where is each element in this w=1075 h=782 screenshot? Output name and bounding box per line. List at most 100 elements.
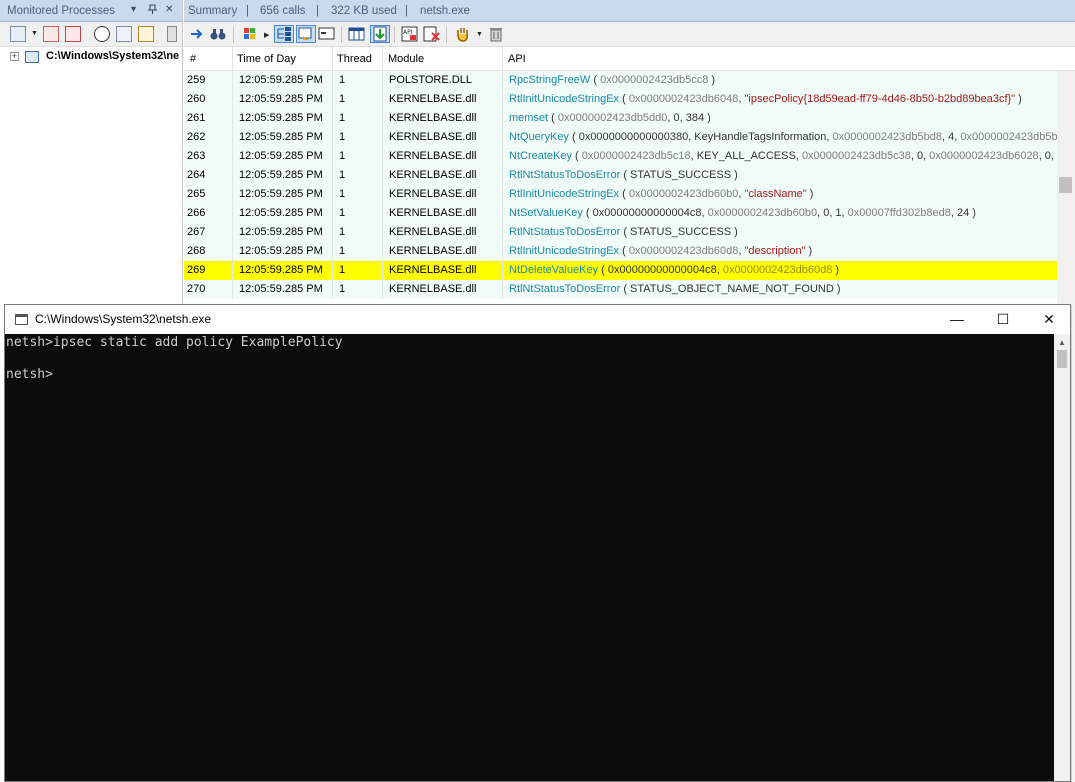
row-thread: 1: [339, 207, 346, 219]
api-argument: 0x00007ffd302b8ed8: [847, 207, 951, 219]
go-arrow-icon[interactable]: [188, 25, 206, 43]
row-thread: 1: [339, 112, 346, 124]
table-row[interactable]: 263 12:05:59.285 PM 1 KERNELBASE.dll NtCreat…: [184, 147, 1057, 166]
row-module: KERNELBASE.dll: [389, 150, 477, 162]
row-api-call: NtSetValueKey ( 0x00000000000004c8, 0x00…: [509, 207, 1057, 219]
row-module: KERNELBASE.dll: [389, 264, 477, 276]
target-icon[interactable]: [94, 26, 110, 42]
columns-icon[interactable]: [348, 25, 366, 43]
column-header-thread[interactable]: Thread: [337, 53, 372, 65]
maximize-icon[interactable]: ☐: [980, 305, 1026, 334]
row-time: 12:05:59.285 PM: [239, 226, 323, 238]
api-function-name: RtlInitUnicodeStringEx: [509, 93, 620, 105]
filter-view-icon[interactable]: [296, 25, 316, 43]
console-vertical-scrollbar[interactable]: ▲: [1054, 334, 1070, 781]
table-row[interactable]: 261 12:05:59.285 PM 1 KERNELBASE.dll memset …: [184, 109, 1057, 128]
process-path-label[interactable]: C:\Windows\System32\netsh.exe: [46, 50, 179, 62]
api-argument: , 0,: [910, 150, 930, 162]
api-calls-grid: 259 12:05:59.285 PM 1 POLSTORE.DLL RpcString…: [184, 71, 1057, 305]
column-header-api[interactable]: API: [508, 53, 526, 65]
api-argument: (: [619, 245, 629, 257]
remove-process-icon[interactable]: [65, 26, 81, 42]
calls-count: 656 calls: [260, 5, 306, 17]
new-monitor-icon[interactable]: [10, 26, 26, 42]
column-header-time[interactable]: Time of Day: [237, 53, 296, 65]
expand-icon[interactable]: +: [10, 52, 19, 61]
column-header-number[interactable]: #: [190, 53, 196, 65]
console-scroll-thumb[interactable]: [1057, 350, 1067, 368]
api-argument: 0x0000002423db5dd0: [557, 112, 668, 124]
table-row[interactable]: 260 12:05:59.285 PM 1 KERNELBASE.dll RtlInit…: [184, 90, 1057, 109]
auto-scroll-icon[interactable]: [370, 25, 390, 43]
trash-icon[interactable]: [487, 25, 505, 43]
api-argument: ( STATUS_SUCCESS ): [620, 169, 738, 181]
tree-view-icon[interactable]: [274, 25, 294, 43]
row-api-call: RtlInitUnicodeStringEx ( 0x0000002423db6…: [509, 188, 1057, 200]
row-api-call: NtDeleteValueKey ( 0x00000000000004c8, 0…: [509, 264, 1057, 276]
new-monitor-dropdown-icon[interactable]: ▼: [31, 30, 38, 37]
console-view-icon[interactable]: [318, 25, 336, 43]
row-thread: 1: [339, 283, 346, 295]
row-api-call: RpcStringFreeW ( 0x0000002423db5cc8 ): [509, 74, 1057, 86]
summary-divider: |: [316, 5, 319, 17]
process-properties-icon[interactable]: [138, 26, 154, 42]
api-argument: 0x0000002423db5b: [960, 131, 1057, 143]
row-number: 264: [187, 169, 206, 181]
row-api-call: NtCreateKey ( 0x0000002423db5c18, KEY_AL…: [509, 150, 1057, 162]
row-time: 12:05:59.285 PM: [239, 150, 323, 162]
table-row[interactable]: 269 12:05:59.285 PM 1 KERNELBASE.dll NtDelet…: [184, 261, 1057, 280]
pin-icon[interactable]: [148, 4, 157, 17]
pane-dropdown-icon[interactable]: ▾: [131, 4, 136, 15]
console-title: C:\Windows\System32\netsh.exe: [35, 312, 212, 326]
api-argument: 0x0000002423db60b0: [628, 188, 739, 200]
delete-icon[interactable]: [167, 26, 177, 42]
hand-dropdown-icon[interactable]: ▼: [476, 31, 483, 38]
grid-scroll-thumb[interactable]: [1059, 177, 1072, 193]
row-number: 265: [187, 188, 206, 200]
api-argument: "ipsecPolicy{18d59ead-ff79-4d46-8b50-b2b…: [744, 93, 1016, 105]
api-function-name: NtCreateKey: [509, 150, 572, 162]
minimize-icon[interactable]: —: [934, 305, 980, 334]
row-api-call: RtlInitUnicodeStringEx ( 0x0000002423db6…: [509, 93, 1057, 105]
table-row[interactable]: 264 12:05:59.285 PM 1 KERNELBASE.dll RtlNtSt…: [184, 166, 1057, 185]
column-header-module[interactable]: Module: [388, 53, 424, 65]
color-grid-icon[interactable]: [242, 25, 260, 43]
table-row[interactable]: 262 12:05:59.285 PM 1 KERNELBASE.dll NtQuery…: [184, 128, 1057, 147]
table-row[interactable]: 266 12:05:59.285 PM 1 KERNELBASE.dll NtSetVa…: [184, 204, 1057, 223]
summary-tab[interactable]: Summary: [188, 5, 237, 17]
api-argument: 0x0000002423db60d8: [722, 264, 833, 276]
summary-bar: Summary | 656 calls | 322 KB used | nets…: [184, 0, 1075, 22]
row-time: 12:05:59.285 PM: [239, 264, 323, 276]
stop-monitoring-icon[interactable]: [43, 26, 59, 42]
console-output[interactable]: netsh>ipsec static add policy ExamplePol…: [5, 334, 1054, 781]
attach-process-icon[interactable]: [116, 26, 132, 42]
color-dropdown-icon[interactable]: ▶: [264, 31, 269, 39]
api-function-name: RtlInitUnicodeStringEx: [509, 188, 620, 200]
table-row[interactable]: 259 12:05:59.285 PM 1 POLSTORE.DLL RpcString…: [184, 71, 1057, 90]
api-argument: "description": [744, 245, 806, 257]
api-function-name: RpcStringFreeW: [509, 74, 591, 86]
grid-vertical-scrollbar[interactable]: [1057, 71, 1075, 305]
api-argument: 0x0000002423db6048: [628, 93, 739, 105]
row-time: 12:05:59.285 PM: [239, 188, 323, 200]
api-argument: ): [806, 188, 814, 200]
scroll-up-icon[interactable]: ▲: [1058, 338, 1066, 347]
pane-close-icon[interactable]: ✕: [165, 4, 173, 15]
close-icon[interactable]: ✕: [1026, 305, 1072, 334]
table-row[interactable]: 267 12:05:59.285 PM 1 KERNELBASE.dll RtlNtSt…: [184, 223, 1057, 242]
find-binoculars-icon[interactable]: [209, 25, 227, 43]
api-capture-icon[interactable]: API: [401, 25, 419, 43]
row-api-call: RtlNtStatusToDosError ( STATUS_OBJECT_NA…: [509, 283, 1057, 295]
api-argument: "className": [744, 188, 807, 200]
row-thread: 1: [339, 131, 346, 143]
row-number: 261: [187, 112, 206, 124]
row-module: KERNELBASE.dll: [389, 93, 477, 105]
console-titlebar[interactable]: C:\Windows\System32\netsh.exe — ☐ ✕: [5, 305, 1070, 334]
api-argument: (: [619, 93, 629, 105]
table-row[interactable]: 268 12:05:59.285 PM 1 KERNELBASE.dll RtlInit…: [184, 242, 1057, 261]
hand-pause-icon[interactable]: [454, 25, 472, 43]
summary-divider: |: [405, 5, 408, 17]
clear-capture-icon[interactable]: [423, 25, 441, 43]
table-row[interactable]: 265 12:05:59.285 PM 1 KERNELBASE.dll RtlInit…: [184, 185, 1057, 204]
table-row[interactable]: 270 12:05:59.285 PM 1 KERNELBASE.dll RtlNtSt…: [184, 280, 1057, 299]
